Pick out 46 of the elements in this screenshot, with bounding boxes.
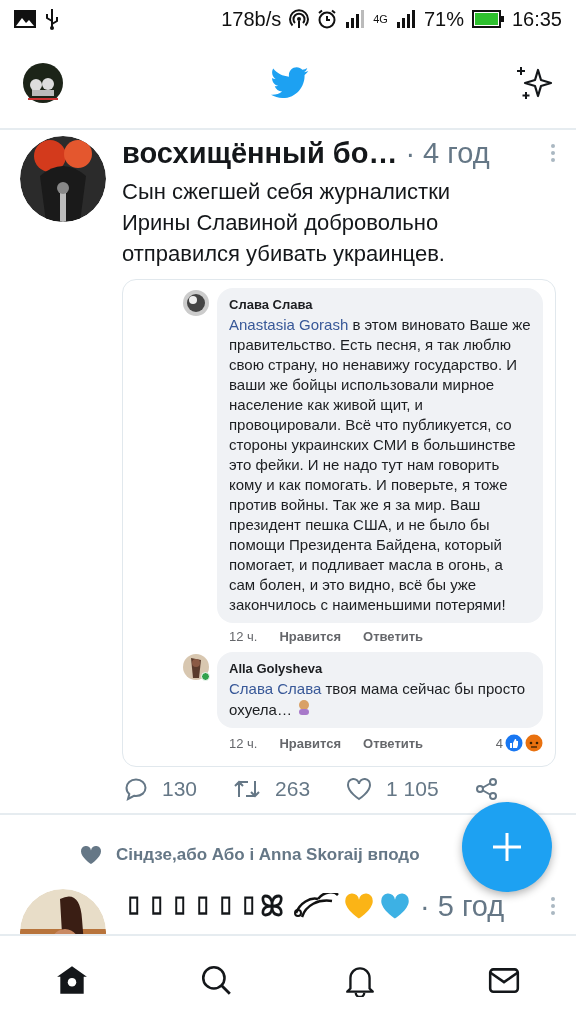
comment-text: Слава Слава твоя мама сейчас бы просто охуела… (229, 680, 526, 718)
commenter-name: Слава Слава (229, 296, 314, 314)
profile-avatar[interactable] (22, 62, 64, 104)
retweet-count: 263 (275, 777, 311, 801)
usb-icon (44, 7, 60, 31)
tweet-text: Сын сжегшей себя журналистки Ирины Славиной добровольно отправился убивать украинцев. (122, 178, 452, 268)
signal-icon (395, 10, 416, 28)
heart-icon[interactable] (346, 777, 373, 801)
sparkle-icon[interactable] (516, 64, 554, 102)
reply-icon[interactable] (124, 777, 148, 801)
search-icon[interactable] (199, 963, 233, 997)
ornament-drawing (292, 893, 340, 919)
compose-button[interactable] (462, 802, 552, 892)
plus-icon (490, 830, 524, 864)
bird-logo-icon (271, 67, 309, 99)
alarm-icon (317, 9, 338, 29)
heart-icon (80, 845, 102, 865)
comment-text: Anastasia Gorash в этом виновато Ваше же правительство. Есть песня, я так люблю свою страну, но ненавижу государство. И ваши же бойцы использовали мирное население как живой щит, и провоцировали. Всё что публикуется, со стороны украинских СМИ в большинстве это фейки. И не надо тут нам говорить кому и как помогать. И поверьте, я тоже против войны. Так же я за мир. Ваш президент пешка США, и не было бы помощи Президента Байдена, который помогает, и подливает масла в огонь, а сам болен, и это видно, всё бы уже закончилось с наименьшими потерями! (229, 316, 531, 613)
network-speed: 178b/s (221, 7, 282, 31)
heart-icon (342, 891, 376, 921)
comment-time: 12 ч. (229, 629, 258, 644)
heart-icon (378, 891, 412, 921)
battery-percentage: 71% (423, 7, 464, 31)
like-link[interactable]: Нравится (279, 735, 342, 751)
like-link[interactable]: Нравится (279, 629, 342, 644)
share-icon[interactable] (474, 777, 499, 801)
battery-icon (471, 10, 504, 28)
social-context: Сіндзе,або Або і Anna Skoraij вподо (116, 845, 420, 865)
author-name[interactable]: восхищённый бо… (122, 136, 398, 170)
image-icon (14, 10, 36, 28)
tweet-time: · 5 год (420, 889, 506, 923)
commenter-name: Alla Golysheva (229, 660, 324, 678)
signal-icon (345, 10, 366, 28)
reply-link[interactable]: Ответить (363, 629, 424, 644)
reply-link[interactable]: Ответить (363, 735, 424, 751)
reaction-count: 4 (495, 735, 503, 751)
network-type: 4G (373, 13, 388, 25)
tweet-time: · 4 год (405, 136, 491, 170)
hotspot-icon (289, 9, 310, 29)
angry-reaction-icon (525, 734, 543, 752)
comment-time: 12 ч. (229, 735, 258, 751)
like-reaction-icon (505, 734, 523, 752)
reply-count: 130 (162, 777, 198, 801)
author-name[interactable]: ▯▯▯▯▯▯ꕤ (122, 889, 284, 923)
like-count: 1 105 (386, 777, 439, 801)
clock-time: 16:35 (511, 7, 562, 31)
